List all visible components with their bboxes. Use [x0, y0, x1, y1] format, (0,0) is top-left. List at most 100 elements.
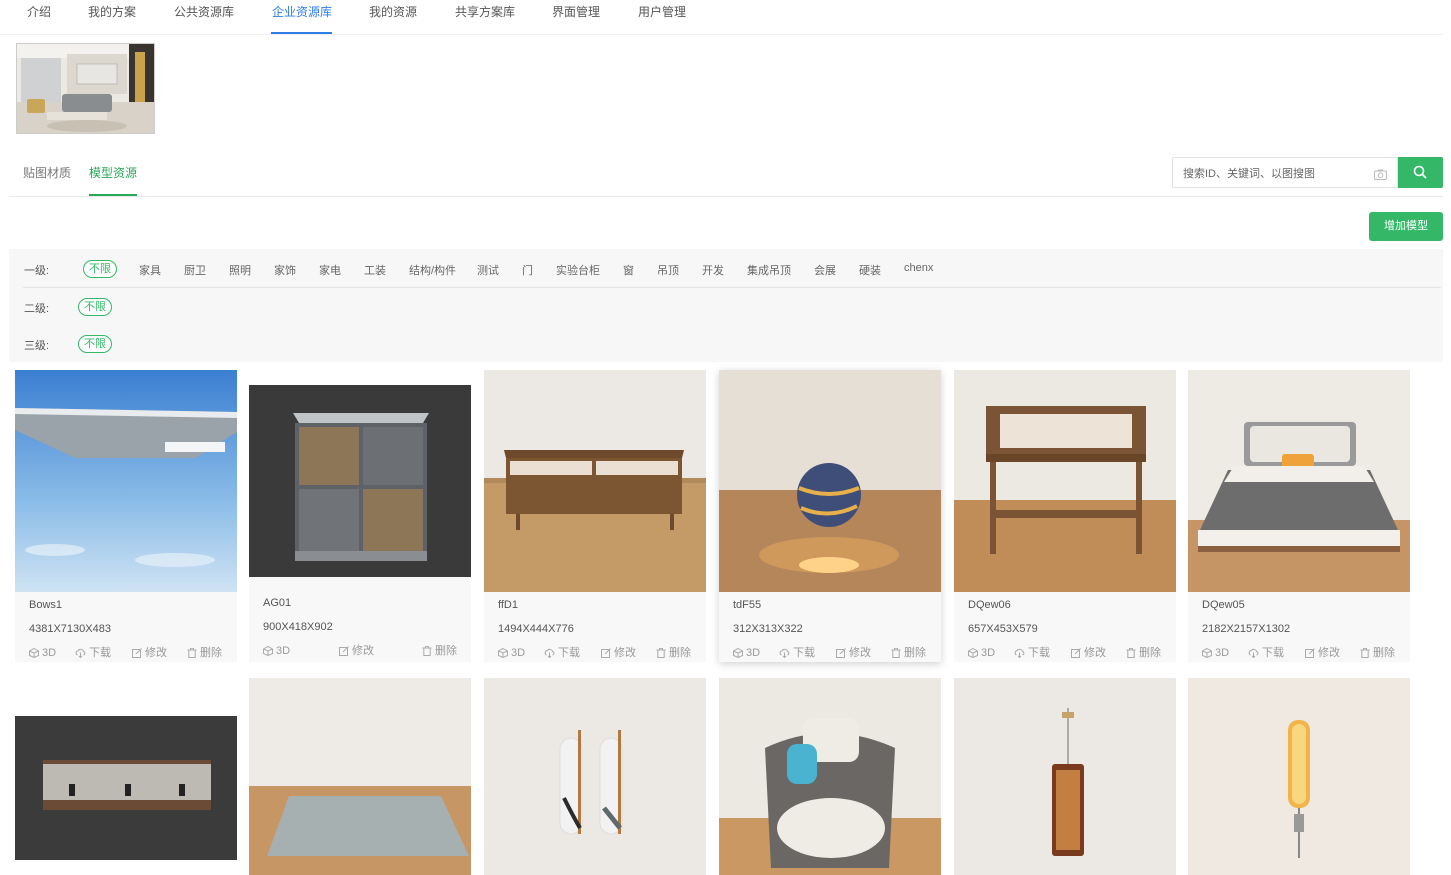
download-button[interactable]: 下载	[1014, 646, 1050, 660]
edit-button[interactable]: 修改	[1305, 646, 1340, 660]
search-button[interactable]	[1398, 157, 1443, 188]
download-label: 下载	[89, 647, 111, 659]
category-item[interactable]: 窗	[623, 262, 634, 278]
category-item[interactable]: 开发	[702, 262, 724, 278]
delete-button[interactable]: 删除	[1126, 646, 1161, 660]
nav-shared-plans[interactable]: 共享方案库	[455, 5, 515, 19]
model-dimensions: 312X313X322	[733, 623, 803, 635]
category-item[interactable]: 测试	[477, 262, 499, 278]
download-label: 下载	[1262, 647, 1284, 659]
edit-icon	[1071, 648, 1081, 658]
add-model-button[interactable]: 增加模型	[1369, 212, 1443, 241]
category-item[interactable]: 工装	[364, 262, 386, 278]
delete-button[interactable]: 删除	[891, 646, 926, 660]
edit-button[interactable]: 修改	[836, 646, 871, 660]
card-actions: 3D 下载 修改 删除	[29, 646, 229, 660]
category-item[interactable]: 厨卫	[184, 262, 206, 278]
category-item[interactable]: 实验台柜	[556, 262, 600, 278]
view-3d-button[interactable]: 3D	[29, 646, 56, 660]
model-thumbnail[interactable]	[1188, 370, 1410, 592]
nav-my-resources[interactable]: 我的资源	[369, 5, 417, 19]
model-thumbnail[interactable]	[15, 370, 237, 592]
model-thumbnail[interactable]	[954, 370, 1176, 592]
category-item[interactable]: 吊顶	[657, 262, 679, 278]
nav-interface-management[interactable]: 界面管理	[552, 5, 600, 19]
download-button[interactable]: 下载	[1248, 646, 1284, 660]
search-icon	[1413, 165, 1427, 179]
model-card[interactable]: tdF55 312X313X322 3D 下载 修改 删除	[719, 370, 941, 662]
level2-all-chip[interactable]: 不限	[78, 298, 112, 316]
delete-button[interactable]: 删除	[656, 646, 691, 660]
trash-icon	[1126, 647, 1136, 658]
view-3d-button[interactable]: 3D	[263, 644, 290, 658]
delete-button[interactable]: 删除	[187, 646, 222, 660]
category-item[interactable]: 集成吊顶	[747, 262, 791, 278]
delete-button[interactable]: 删除	[422, 644, 457, 658]
delete-label: 删除	[1139, 647, 1161, 659]
view-3d-label: 3D	[1215, 647, 1230, 659]
model-card[interactable]: AG01 900X418X902 3D 修改 删除	[249, 385, 471, 662]
delete-label: 删除	[904, 647, 926, 659]
edit-label: 修改	[145, 647, 167, 659]
nav-intro[interactable]: 介绍	[27, 5, 51, 19]
category-item[interactable]: 会展	[814, 262, 836, 278]
edit-button[interactable]: 修改	[132, 646, 167, 660]
category-item[interactable]: 家具	[139, 262, 161, 278]
model-card[interactable]: DQew06 657X453X579 3D 下载 修改 删除	[954, 370, 1176, 662]
model-thumbnail[interactable]	[484, 678, 706, 875]
tab-models[interactable]: 模型资源	[89, 164, 137, 181]
nav-active-indicator	[271, 32, 332, 34]
model-card[interactable]: DQew05 2182X2157X1302 3D 下载 修改 删除	[1188, 370, 1410, 662]
category-item[interactable]: 家电	[319, 262, 341, 278]
edit-button[interactable]: 修改	[601, 646, 636, 660]
view-3d-button[interactable]: 3D	[1202, 646, 1229, 660]
delete-button[interactable]: 删除	[1360, 646, 1395, 660]
edit-button[interactable]: 修改	[339, 644, 374, 658]
tab-textures[interactable]: 贴图材质	[23, 164, 71, 181]
model-thumbnail[interactable]	[484, 370, 706, 592]
nav-user-management[interactable]: 用户管理	[638, 5, 686, 19]
download-button[interactable]: 下载	[75, 646, 111, 660]
model-thumbnail[interactable]	[954, 678, 1176, 875]
level3-all-chip[interactable]: 不限	[78, 335, 112, 353]
model-thumbnail[interactable]	[1188, 678, 1410, 875]
view-3d-button[interactable]: 3D	[733, 646, 760, 660]
model-thumbnail[interactable]	[15, 716, 237, 860]
category-item[interactable]: 照明	[229, 262, 251, 278]
level2-label: 二级:	[24, 303, 50, 315]
edit-label: 修改	[1318, 647, 1340, 659]
search-input[interactable]	[1181, 165, 1365, 183]
category-item[interactable]: 门	[522, 262, 533, 278]
model-dimensions: 657X453X579	[968, 623, 1038, 635]
category-item[interactable]: 家饰	[274, 262, 296, 278]
model-card[interactable]: ffD1 1494X444X776 3D 下载 修改 删除	[484, 370, 706, 662]
category-item[interactable]: chenx	[904, 262, 933, 274]
banner-thumbnail[interactable]	[16, 43, 155, 134]
level1-label: 一级:	[24, 265, 50, 277]
cloud-download-icon	[1014, 648, 1025, 659]
view-3d-button[interactable]: 3D	[968, 646, 995, 660]
model-thumbnail[interactable]	[719, 370, 941, 592]
view-3d-button[interactable]: 3D	[498, 646, 525, 660]
model-thumbnail[interactable]	[249, 678, 471, 875]
model-card[interactable]: Bows1 4381X7130X483 3D 下载 修改 删除	[15, 370, 237, 662]
model-thumbnail[interactable]	[719, 678, 941, 875]
category-item[interactable]: 硬装	[859, 262, 881, 278]
cube-icon	[498, 647, 508, 659]
category-filter-panel: 一级: 不限 家具 厨卫 照明 家饰 家电 工装 结构/构件 测试 门 实验台柜…	[9, 249, 1443, 362]
camera-icon[interactable]	[1374, 167, 1387, 185]
nav-public-library[interactable]: 公共资源库	[174, 5, 234, 19]
edit-button[interactable]: 修改	[1071, 646, 1106, 660]
nav-my-plans[interactable]: 我的方案	[88, 5, 136, 19]
download-button[interactable]: 下载	[544, 646, 580, 660]
cube-icon	[1202, 647, 1212, 659]
category-item[interactable]: 结构/构件	[409, 262, 456, 278]
download-label: 下载	[558, 647, 580, 659]
model-thumbnail[interactable]	[249, 385, 471, 577]
trash-icon	[656, 647, 666, 658]
model-dimensions: 900X418X902	[263, 621, 333, 633]
download-button[interactable]: 下载	[779, 646, 815, 660]
nav-enterprise-library[interactable]: 企业资源库	[272, 5, 332, 19]
level1-all-chip[interactable]: 不限	[83, 260, 117, 278]
edit-icon	[836, 648, 846, 658]
